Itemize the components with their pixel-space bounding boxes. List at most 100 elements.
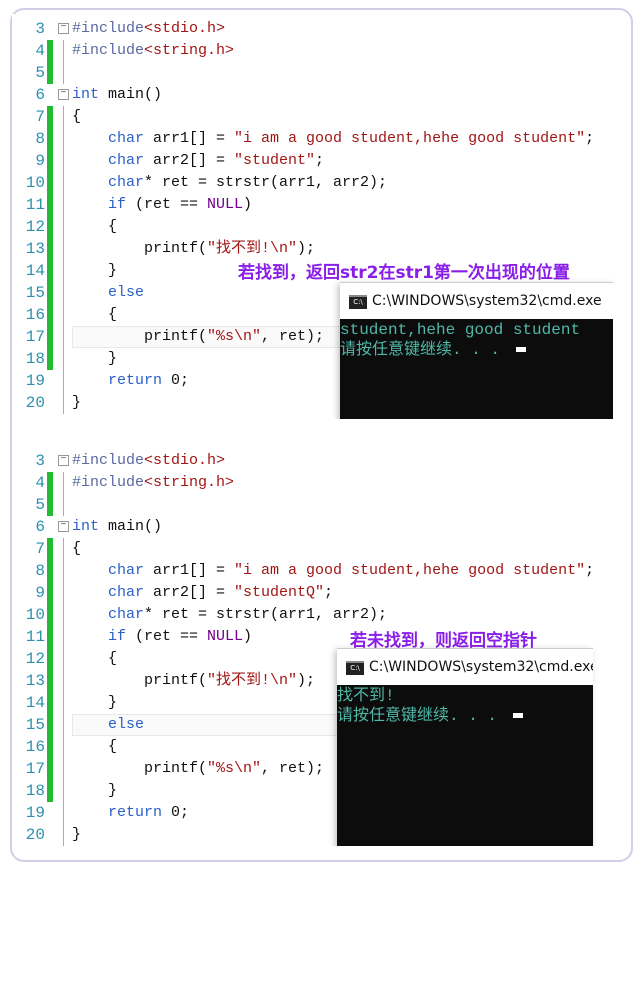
code-token: int bbox=[72, 518, 100, 535]
code-line[interactable]: 6 − int main() bbox=[12, 516, 612, 538]
outline-guide bbox=[63, 348, 64, 370]
code-text: { bbox=[72, 106, 81, 128]
code-text: if (ret == NULL) bbox=[72, 626, 252, 648]
code-token: * ret = strstr(arr1, arr2); bbox=[144, 606, 388, 623]
code-line[interactable]: 8 char arr1[] = "i am a good student,heh… bbox=[12, 128, 612, 150]
collapse-icon[interactable]: − bbox=[58, 23, 69, 34]
code-text: } bbox=[72, 824, 81, 846]
code-text: char arr2[] = "student"; bbox=[72, 150, 324, 172]
code-token: #include bbox=[72, 42, 145, 59]
code-token: } bbox=[72, 350, 118, 367]
line-number: 11 bbox=[25, 196, 45, 214]
change-bar bbox=[47, 736, 53, 758]
code-text: int main() bbox=[72, 84, 162, 106]
code-text: { bbox=[72, 538, 81, 560]
code-token: (ret == bbox=[126, 196, 208, 213]
cmd-title-bar[interactable]: C:\ C:\WINDOWS\system32\cmd.exe bbox=[340, 282, 613, 319]
code-token: <stdio.h> bbox=[144, 452, 226, 469]
code-text: int main() bbox=[72, 516, 162, 538]
code-line[interactable]: 9 char arr2[] = "studentQ"; bbox=[12, 582, 612, 604]
code-line[interactable]: 10 char* ret = strstr(arr1, arr2); bbox=[12, 172, 612, 194]
code-token: "i am a good student,hehe good student" bbox=[234, 562, 586, 579]
cmd-prompt: 请按任意键继续. . . bbox=[340, 341, 510, 359]
code-token: #include bbox=[72, 20, 145, 37]
code-line[interactable]: 3 − #include<stdio.h> bbox=[12, 18, 612, 40]
code-token: char bbox=[72, 174, 145, 191]
cmd-output-line: 请按任意键继续. . . bbox=[340, 340, 580, 360]
code-text: #include<string.h> bbox=[72, 472, 234, 494]
code-text: printf("找不到!\n"); bbox=[72, 670, 315, 692]
code-token: "studentQ" bbox=[234, 584, 325, 601]
line-number: 10 bbox=[25, 174, 45, 192]
cmd-icon: C:\ bbox=[349, 295, 367, 309]
code-line[interactable]: 4 #include<string.h> bbox=[12, 40, 612, 62]
code-line[interactable]: 3 − #include<stdio.h> bbox=[12, 450, 612, 472]
code-line[interactable]: 4 #include<string.h> bbox=[12, 472, 612, 494]
code-text: char* ret = strstr(arr1, arr2); bbox=[72, 172, 387, 194]
code-text: { bbox=[72, 216, 117, 238]
code-text: #include<string.h> bbox=[72, 40, 234, 62]
code-line[interactable]: 9 char arr2[] = "student"; bbox=[12, 150, 612, 172]
cmd-title-bar[interactable]: C:\ C:\WINDOWS\system32\cmd.exe bbox=[337, 648, 593, 685]
code-token: { bbox=[72, 650, 118, 667]
line-number: 9 bbox=[35, 584, 45, 602]
collapse-icon[interactable]: − bbox=[58, 455, 69, 466]
cmd-output-line: 请按任意键继续. . . bbox=[337, 706, 523, 726]
code-token: printf( bbox=[72, 760, 208, 777]
outline-guide bbox=[63, 670, 64, 692]
code-token: main() bbox=[99, 86, 163, 103]
cmd-icon: C:\ bbox=[346, 661, 364, 675]
change-bar bbox=[47, 494, 53, 516]
change-bar bbox=[47, 150, 53, 172]
code-token: printf( bbox=[72, 672, 208, 689]
code-line[interactable]: 12 { bbox=[12, 216, 612, 238]
code-token: * ret = strstr(arr1, arr2); bbox=[144, 174, 388, 191]
code-token: <string.h> bbox=[144, 42, 235, 59]
line-number: 20 bbox=[25, 394, 45, 412]
code-line[interactable]: 5 bbox=[12, 494, 612, 516]
outline-guide bbox=[63, 758, 64, 780]
line-number: 8 bbox=[35, 562, 45, 580]
collapse-icon[interactable]: − bbox=[58, 89, 69, 100]
code-line[interactable]: 5 bbox=[12, 62, 612, 84]
line-number: 17 bbox=[25, 760, 45, 778]
collapse-icon[interactable]: − bbox=[58, 521, 69, 532]
code-line[interactable]: 8 char arr1[] = "i am a good student,heh… bbox=[12, 560, 612, 582]
code-line[interactable]: 13 printf("找不到!\n"); bbox=[12, 238, 612, 260]
line-number: 3 bbox=[35, 452, 45, 470]
code-token: <string.h> bbox=[144, 474, 235, 491]
code-line[interactable]: 7{ bbox=[12, 106, 612, 128]
line-number: 14 bbox=[25, 262, 45, 280]
change-bar bbox=[47, 304, 53, 326]
code-token: printf( bbox=[72, 240, 208, 257]
code-token: "%s\n" bbox=[207, 760, 262, 777]
code-text: printf("%s\n", ret); bbox=[72, 326, 324, 348]
outline-guide bbox=[63, 172, 64, 194]
code-line[interactable]: 10 char* ret = strstr(arr1, arr2); bbox=[12, 604, 612, 626]
code-line[interactable]: 7{ bbox=[12, 538, 612, 560]
code-token: ); bbox=[297, 240, 316, 257]
outline-guide bbox=[63, 282, 64, 304]
line-number: 16 bbox=[25, 738, 45, 756]
cmd-title: C:\WINDOWS\system32\cmd.exe bbox=[372, 293, 602, 309]
code-line[interactable]: 6 − int main() bbox=[12, 84, 612, 106]
code-text: else bbox=[72, 714, 144, 736]
code-token: if bbox=[72, 196, 127, 213]
change-bar bbox=[47, 758, 53, 780]
outline-guide bbox=[63, 194, 64, 216]
line-number: 18 bbox=[25, 782, 45, 800]
code-token: ; bbox=[324, 584, 334, 601]
code-text: { bbox=[72, 736, 117, 758]
line-number: 15 bbox=[25, 716, 45, 734]
code-token: { bbox=[72, 108, 82, 125]
code-token: arr1[] = bbox=[144, 130, 235, 147]
outline-guide bbox=[63, 780, 64, 802]
outline-guide bbox=[63, 802, 64, 824]
outline-guide bbox=[63, 560, 64, 582]
change-bar bbox=[47, 648, 53, 670]
code-line[interactable]: 11 if (ret == NULL) bbox=[12, 194, 612, 216]
cmd-window: C:\ C:\WINDOWS\system32\cmd.exe 找不到! 请按任意键… bbox=[337, 648, 593, 846]
cursor bbox=[512, 713, 523, 719]
change-bar bbox=[47, 582, 53, 604]
code-text: char arr1[] = "i am a good student,hehe … bbox=[72, 128, 594, 150]
